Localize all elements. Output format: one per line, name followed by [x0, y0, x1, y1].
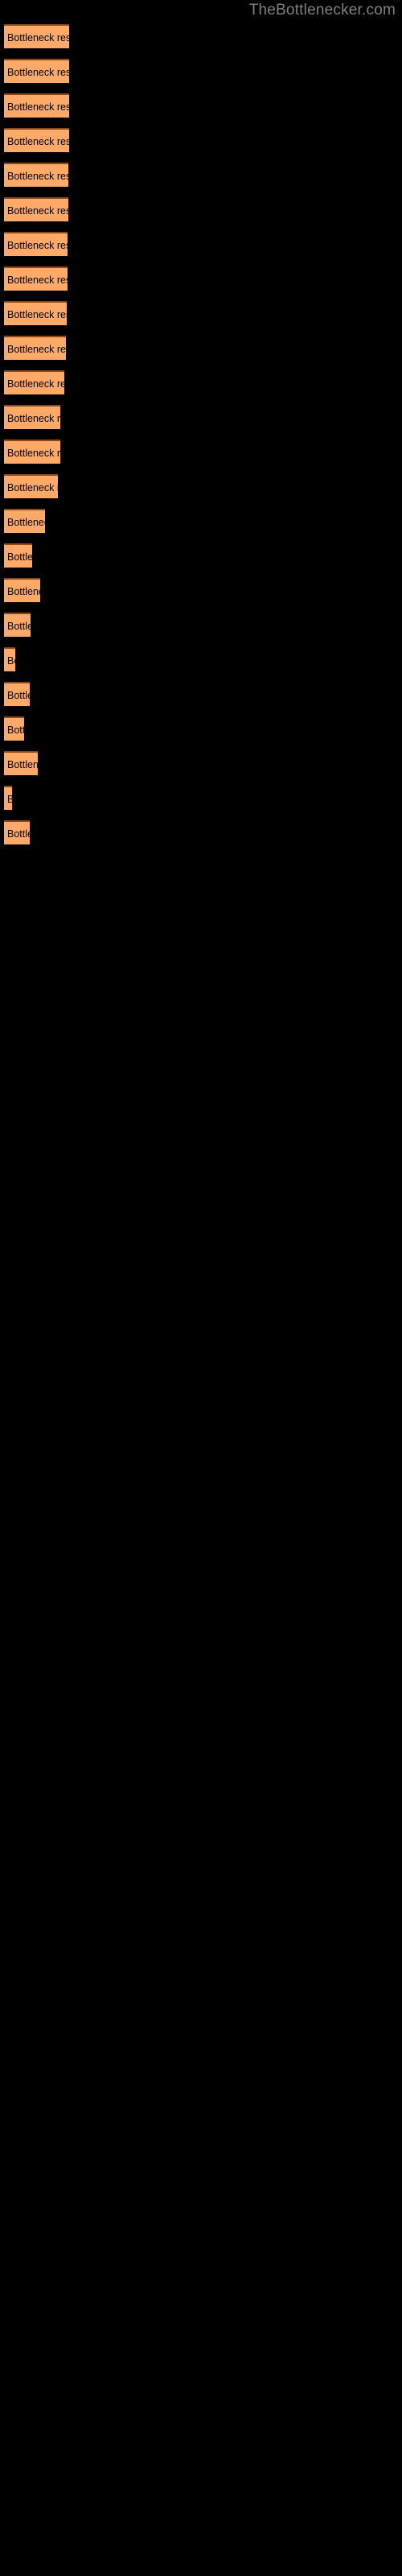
bar[interactable]: Bottleneck result	[4, 128, 69, 152]
bar-row[interactable]: Bottleneck result	[4, 197, 68, 221]
bar[interactable]: Bottleneck result	[4, 301, 67, 325]
bar-label: Bottleneck result	[7, 655, 15, 667]
bar-label: Bottleneck result	[7, 67, 69, 78]
bar[interactable]: Bottleneck result	[4, 405, 60, 429]
bar-label: Bottleneck result	[7, 240, 68, 251]
bar-row[interactable]: Bottleneck result	[4, 543, 32, 568]
bar-label: Bottleneck result	[7, 551, 32, 563]
bar-row[interactable]: Bottleneck result	[4, 59, 69, 83]
bar-label: Bottleneck result	[7, 32, 69, 43]
bar[interactable]: Bottleneck result	[4, 474, 58, 498]
bar-label: Bottleneck result	[7, 378, 64, 390]
bar-label: Bottleneck result	[7, 759, 38, 770]
bar-label: Bottleneck result	[7, 828, 30, 840]
bar-label: Bottleneck result	[7, 205, 68, 217]
bar-label: Bottleneck result	[7, 724, 24, 736]
bar[interactable]: Bottleneck result	[4, 59, 69, 83]
bar-row[interactable]: Bottleneck result	[4, 509, 45, 533]
bar-row[interactable]: Bottleneck result	[4, 128, 69, 152]
bar-row[interactable]: Bottleneck result	[4, 163, 68, 187]
bar[interactable]: Bottleneck result	[4, 336, 66, 360]
bar[interactable]: Bottleneck result	[4, 163, 68, 187]
bar-label: Bottleneck result	[7, 413, 60, 424]
bar-label: Bottleneck result	[7, 309, 67, 320]
bar-row[interactable]: Bottleneck result	[4, 613, 31, 637]
bar-label: Bottleneck result	[7, 482, 58, 493]
bar[interactable]: Bottleneck result	[4, 232, 68, 256]
bar-label: Bottleneck result	[7, 787, 12, 810]
bar-label: Bottleneck result	[7, 586, 40, 597]
bar-row[interactable]: Bottleneck result	[4, 474, 58, 498]
bar-label: Bottleneck result	[7, 136, 69, 147]
bar-row[interactable]: Bottleneck result	[4, 336, 66, 360]
bar-row[interactable]: Bottleneck result	[4, 820, 30, 844]
bar-row[interactable]: Bottleneck result	[4, 301, 67, 325]
bar-label: Bottleneck result	[7, 448, 60, 459]
bar-row[interactable]: Bottleneck result	[4, 682, 30, 706]
bar[interactable]: Bottleneck result	[4, 786, 12, 810]
bar-row[interactable]: Bottleneck result	[4, 716, 24, 741]
bar-label: Bottleneck result	[7, 344, 66, 355]
bar-series: Bottleneck result Bottleneck result Bottle…	[0, 0, 402, 2576]
bar[interactable]: Bottleneck result	[4, 93, 69, 118]
bar-row[interactable]: Bottleneck result	[4, 266, 68, 291]
bar[interactable]: Bottleneck result	[4, 197, 68, 221]
bar-row[interactable]: Bottleneck result	[4, 93, 69, 118]
bar[interactable]: Bottleneck result	[4, 820, 30, 844]
bar[interactable]: Bottleneck result	[4, 578, 40, 602]
bar-label: Bottleneck result	[7, 101, 69, 113]
bar[interactable]: Bottleneck result	[4, 613, 31, 637]
bar[interactable]: Bottleneck result	[4, 716, 24, 741]
bar[interactable]: Bottleneck result	[4, 440, 60, 464]
bar-row[interactable]: Bottleneck result	[4, 370, 64, 394]
bar-label: Bottleneck result	[7, 171, 68, 182]
bar-row[interactable]: Bottleneck result	[4, 232, 68, 256]
bar-label: Bottleneck result	[7, 621, 31, 632]
bar[interactable]: Bottleneck result	[4, 682, 30, 706]
bar-row[interactable]: Bottleneck result	[4, 751, 38, 775]
bar-label: Bottleneck result	[7, 517, 45, 528]
bar-row[interactable]: Bottleneck result	[4, 405, 60, 429]
bar[interactable]: Bottleneck result	[4, 509, 45, 533]
bar[interactable]: Bottleneck result	[4, 266, 68, 291]
bar[interactable]: Bottleneck result	[4, 751, 38, 775]
bar[interactable]: Bottleneck result	[4, 24, 69, 48]
bar-label: Bottleneck result	[7, 275, 68, 286]
bar[interactable]: Bottleneck result	[4, 543, 32, 568]
bar[interactable]: Bottleneck result	[4, 370, 64, 394]
bar-row[interactable]: Bottleneck result	[4, 647, 15, 671]
bar-row[interactable]: Bottleneck result	[4, 786, 12, 810]
bar-row[interactable]: Bottleneck result	[4, 578, 40, 602]
bar-row[interactable]: Bottleneck result	[4, 440, 60, 464]
bar[interactable]: Bottleneck result	[4, 647, 15, 671]
bottleneck-chart: TheBottlenecker.com Bottleneck resultBot…	[0, 0, 402, 2576]
bar-label: Bottleneck result	[7, 690, 30, 701]
bar-row[interactable]: Bottleneck result	[4, 24, 69, 48]
